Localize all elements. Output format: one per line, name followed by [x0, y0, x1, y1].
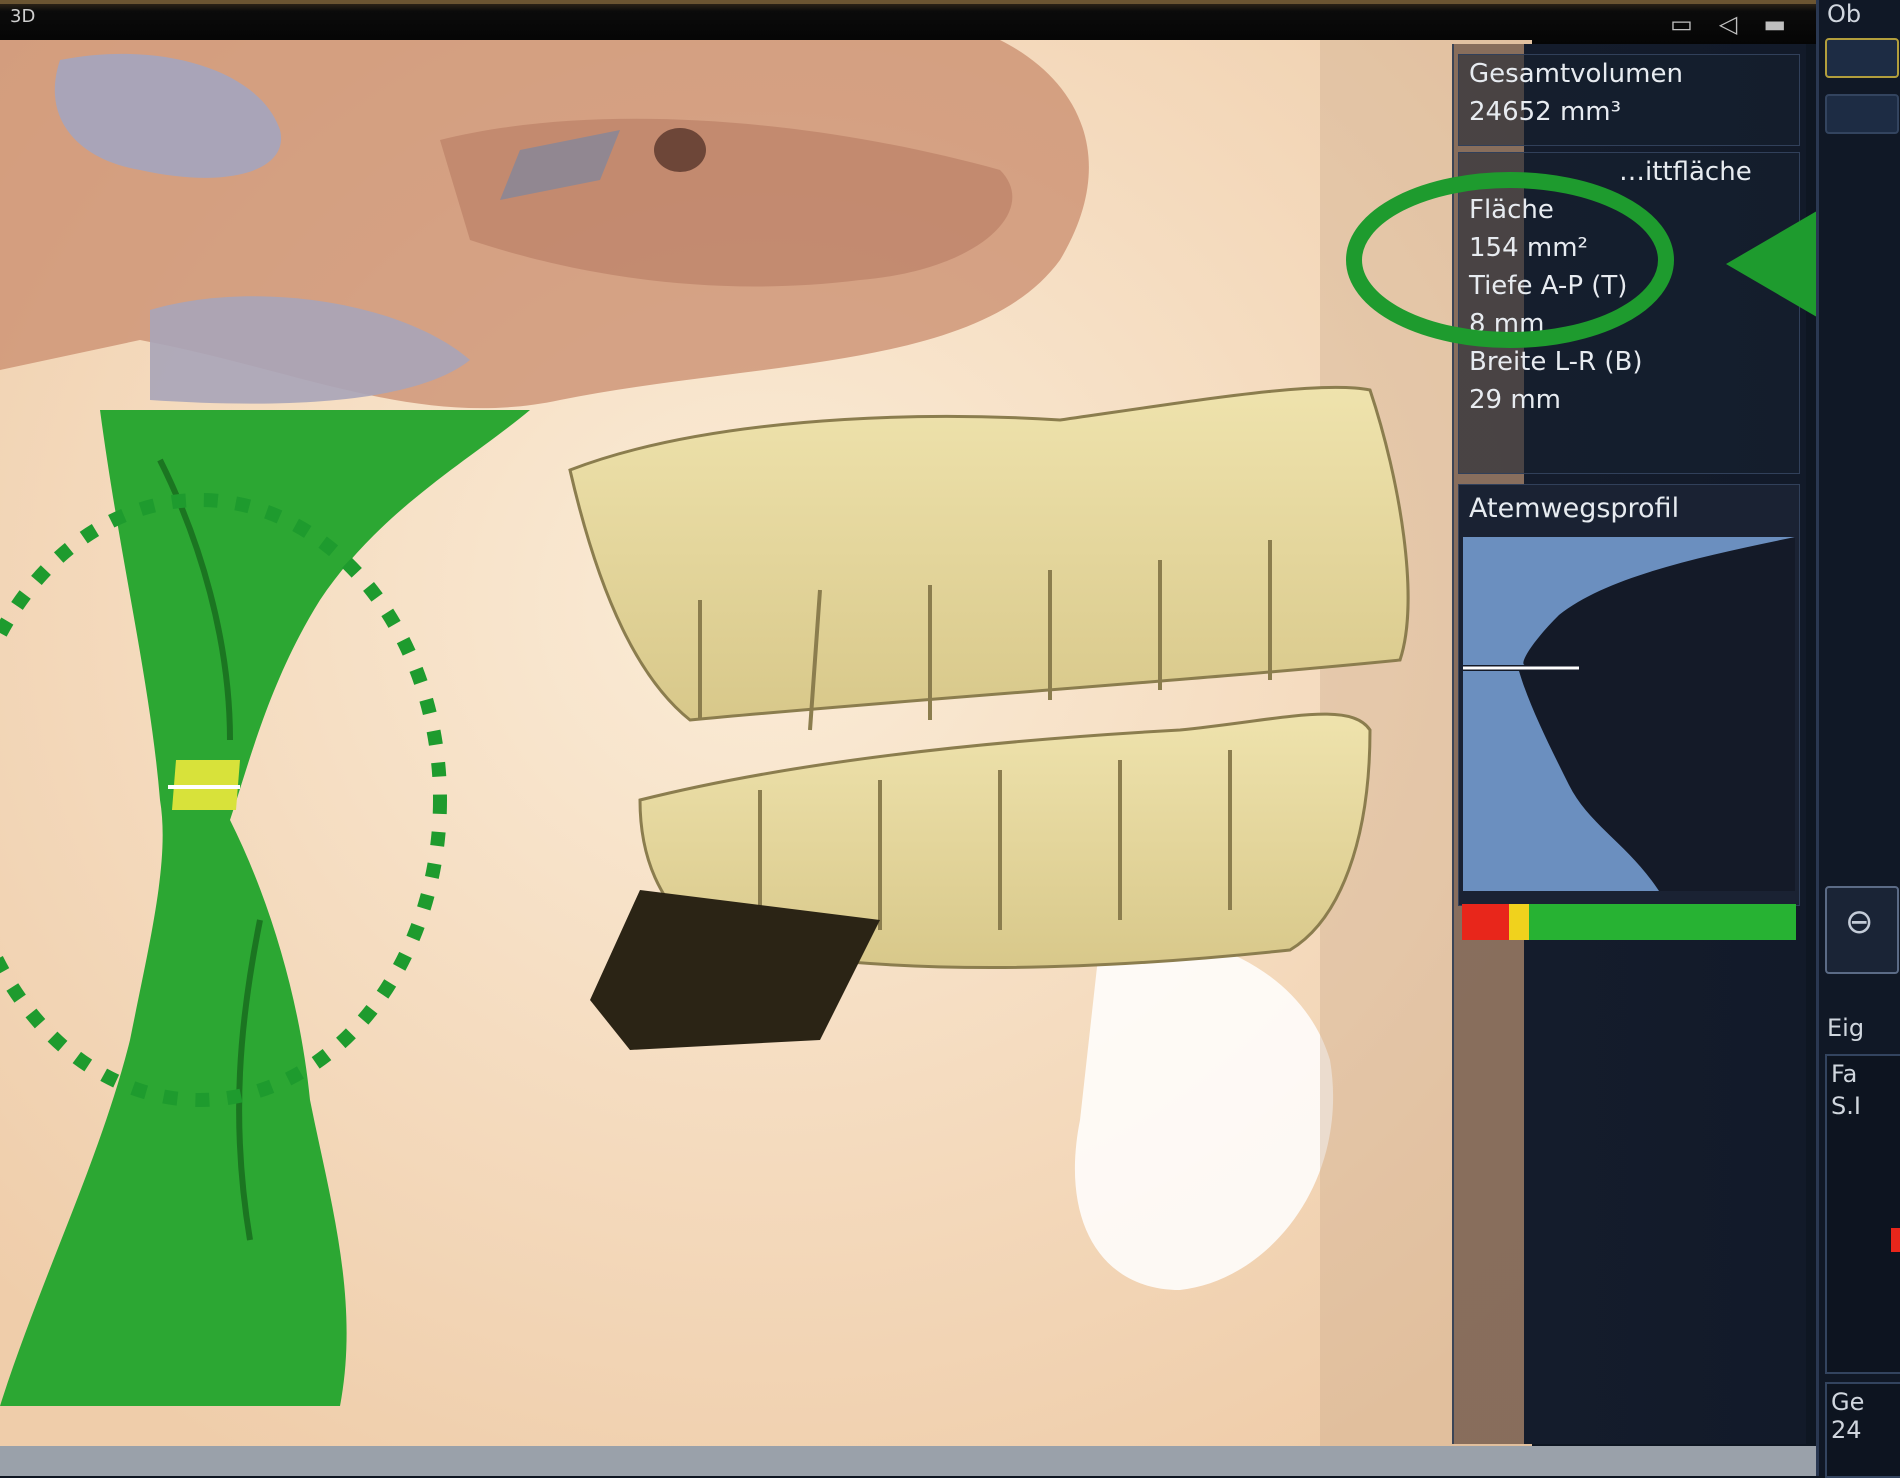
right-side-panel: Ob ⊖ Eig Fa S.I Ge 24 [1816, 0, 1900, 1478]
total-volume-value: 24652 mm³ [1469, 97, 1622, 127]
title-bar-icons: ▭ ◁ ▬ [1670, 10, 1786, 38]
window-icon[interactable]: ▬ [1763, 10, 1786, 38]
window-title-bar: 3D ▭ ◁ ▬ [0, 0, 1816, 44]
properties-section-label: Eig [1827, 1014, 1865, 1042]
properties-red-marker [1891, 1228, 1900, 1252]
severity-segment-2 [1508, 904, 1529, 940]
properties-panel: Fa S.I [1825, 1054, 1900, 1374]
severity-segment-3 [1528, 904, 1796, 940]
properties-row-2: S.I [1831, 1092, 1861, 1120]
total-volume-section: Gesamtvolumen 24652 mm³ [1458, 54, 1800, 146]
right-panel-top-label: Ob [1827, 0, 1862, 28]
speaker-icon[interactable]: ◁ [1719, 10, 1737, 38]
right-panel-button-1[interactable] [1825, 38, 1899, 78]
highlight-circle [1346, 172, 1674, 348]
left-arrow-icon: ⊖ [1845, 902, 1874, 942]
width-value: 29 mm [1469, 385, 1562, 415]
screenshot-icon[interactable]: ▭ [1670, 10, 1693, 38]
right-panel-arrow-button[interactable]: ⊖ [1825, 886, 1899, 974]
severity-color-bar [1462, 904, 1796, 940]
severity-segment-1 [1462, 904, 1509, 940]
bottom-info-panel: Ge 24 [1825, 1382, 1900, 1478]
viewport-bottom-strip [0, 1446, 1816, 1476]
airway-profile-panel: Atemwegsprofil [1458, 484, 1800, 906]
total-volume-label: Gesamtvolumen [1469, 59, 1683, 89]
airway-3d-render [0, 40, 1532, 1446]
bottom-info-label-1: Ge [1831, 1388, 1865, 1416]
window-title: 3D [10, 6, 36, 27]
airway-profile-graph [1463, 537, 1795, 891]
properties-row-1: Fa [1831, 1060, 1858, 1088]
bottom-info-label-2: 24 [1831, 1416, 1862, 1444]
right-panel-button-2[interactable] [1825, 94, 1899, 134]
3d-viewport[interactable] [0, 40, 1532, 1446]
